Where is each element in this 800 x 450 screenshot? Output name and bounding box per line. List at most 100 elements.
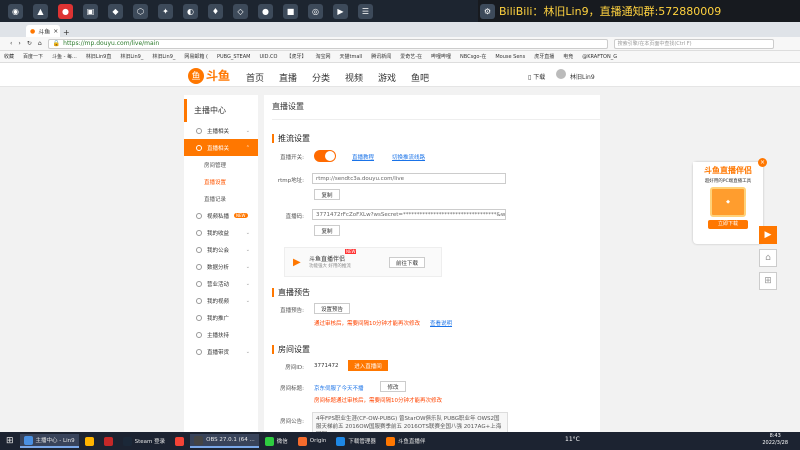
nav-home[interactable]: 首页 [246,71,264,84]
app-icon[interactable]: ☰ [358,3,373,19]
bookmark-item[interactable]: Mouse Sens [495,54,525,60]
notice-textarea[interactable]: 4年FPS职业生涯(CF-OW-PUBG) 曾StarOW俱乐队 PUBG职业年… [312,412,508,432]
taskbar-item[interactable]: Steam 登录 [119,434,170,448]
sidebar-item-promote[interactable]: 我的推广 [184,309,258,326]
sidebar-subitem-room[interactable]: 房间管理 [184,156,258,173]
browser-tab[interactable]: ● 斗鱼 × [26,25,60,37]
home-float-icon[interactable]: ⌂ [759,249,777,267]
bookmark-item[interactable]: 收藏 [4,53,14,60]
app-icon[interactable]: ▲ [33,3,48,19]
stream-code-input[interactable]: 3771472rFcZoFXLw?wsSecret=**************… [312,209,506,220]
sidebar-item-data[interactable]: 数据分析 ⌄ [184,258,258,275]
app-icon[interactable]: ● [258,3,273,19]
copy-code-button[interactable]: 复制 [314,225,340,236]
rtmp-input[interactable]: rtmp://sendtc3a.douyu.com/live [312,173,506,184]
ad-download-button[interactable]: 立即下载 [708,220,748,229]
taskbar-item[interactable]: 微信 [261,434,292,448]
taskbar-item[interactable]: 下载管理器 [332,434,380,448]
taskbar-item[interactable]: Origin [294,434,331,448]
nav-game[interactable]: 游戏 [378,71,396,84]
app-icon[interactable]: ● [58,3,73,19]
app-icon[interactable]: ◐ [183,3,198,19]
app-icon[interactable]: ■ [283,3,298,19]
taskbar-item[interactable]: 主播中心 - Lin9 [19,434,79,448]
app-icon[interactable]: ◉ [8,3,23,19]
play-float-icon[interactable]: ▶ [759,226,777,244]
bookmark-item[interactable]: 腾讯新闻 [371,53,391,60]
sidebar-item-video[interactable]: 视频私播 NEW [184,207,258,224]
sidebar-item-myvideo[interactable]: 我的视频 ⌄ [184,292,258,309]
tutorial-link[interactable]: 直播教程 [352,153,374,161]
start-icon[interactable]: ⊞ [2,434,18,448]
app-icon[interactable]: ✦ [158,3,173,19]
bookmark-item[interactable]: PUBG_STEAM [217,54,251,60]
app-icon[interactable]: ◎ [308,3,323,19]
home-icon[interactable]: ⌂ [38,40,42,47]
copy-rtmp-button[interactable]: 复制 [314,189,340,200]
sidebar-subitem-settings[interactable]: 直播设置 [184,173,258,190]
bookmark-item[interactable]: 林旧Lin9_ [152,53,175,60]
user-name[interactable]: 林旧Lin9 [570,72,595,81]
bookmark-item[interactable]: 虎牙直播 [534,53,554,60]
floating-companion-ad[interactable]: 斗鱼直播伴侣 超好用的PC端直播工具 ◆ 立即下载 × [693,158,767,244]
set-preview-button[interactable]: 设置预告 [314,303,350,314]
bookmark-item[interactable]: 林旧Lin9_ [120,53,143,60]
go-download-button[interactable]: 前往下载 [389,257,425,268]
bookmark-item[interactable]: @KRAFTON_G [582,54,617,60]
reload-icon[interactable]: ↻ [27,40,32,47]
sidebar-item-live[interactable]: 直播相关 ⌃ [184,139,258,156]
sidebar-item-anchor[interactable]: 主播相关 ⌄ [184,122,258,139]
app-icon[interactable]: ♦ [208,3,223,19]
bookmark-item[interactable]: 哔哩哔哩 [431,53,451,60]
switch-line-link[interactable]: 切换推流线路 [392,153,425,161]
sidebar-item-events[interactable]: 营业活动 ⌄ [184,275,258,292]
app-icon[interactable]: ▶ [333,3,348,19]
back-icon[interactable]: ‹ [10,40,12,47]
forward-icon[interactable]: › [18,40,20,47]
nav-yuba[interactable]: 鱼吧 [411,71,429,84]
game-float-icon[interactable]: ⊞ [759,272,777,290]
switch-label: 直播开关: [280,155,304,161]
nav-video[interactable]: 视频 [345,71,363,84]
bookmark-item[interactable]: UID.CO [259,54,277,60]
taskbar-item[interactable]: 斗鱼直播伴 [382,434,430,448]
sidebar-item-income[interactable]: 我的收益 ⌄ [184,224,258,241]
new-tab-icon[interactable]: + [63,28,70,37]
live-switch-toggle[interactable] [314,150,336,162]
close-icon[interactable]: × [53,28,58,35]
sidebar-subitem-records[interactable]: 直播记录 [184,190,258,207]
sidebar-item-support[interactable]: 主播扶持 [184,326,258,343]
modify-title-button[interactable]: 修改 [380,381,406,392]
taskbar-item[interactable] [171,434,188,448]
bookmark-item[interactable]: 斗鱼 - 每... [52,53,77,60]
view-explanation-link[interactable]: 查看说明 [430,319,452,327]
bookmark-item[interactable]: NBCsgo-在 [460,53,486,60]
sidebar-item-commerce[interactable]: 直播带货 ⌄ [184,343,258,360]
app-icon[interactable]: ⬡ [133,3,148,19]
close-icon[interactable]: × [758,158,767,167]
nav-live[interactable]: 直播 [279,71,297,84]
sidebar-item-label: 我的收益 [207,230,230,237]
bookmark-item[interactable]: 天猫tmall [340,53,363,60]
app-icon[interactable]: ◆ [108,3,123,19]
bookmark-item[interactable]: 网易邮箱 ( [184,53,208,60]
taskbar-item[interactable] [81,434,98,448]
taskbar-item[interactable]: OBS 27.0.1 (64 ... [190,434,259,448]
nav-category[interactable]: 分类 [312,71,330,84]
taskbar-item[interactable] [100,434,117,448]
bookmark-item[interactable]: 百度一下 [23,53,43,60]
bookmark-item[interactable]: 淘宝网 [315,53,330,60]
bookmark-item[interactable]: 爱奇艺-在 [400,53,422,60]
app-icon[interactable]: ▣ [83,3,98,19]
app-icon[interactable]: ◇ [233,3,248,19]
bookmark-item[interactable]: 电竞 [563,53,573,60]
douyu-logo[interactable]: 鱼 斗鱼 [188,67,230,84]
avatar[interactable] [556,69,566,79]
sidebar-item-guild[interactable]: 我的公会 ⌄ [184,241,258,258]
download-link[interactable]: ▯ 下载 [528,72,545,81]
search-input[interactable]: 搜索引擎/在本页面中查找(Ctrl F) [613,38,774,49]
bookmark-item[interactable]: 林旧Lin9直 [86,53,112,60]
enter-room-button[interactable]: 进入直播间 [348,360,388,371]
url-input[interactable]: 🔒 https://mp.douyu.com/live/main [47,38,608,49]
bookmark-item[interactable]: 【虎牙】 [286,53,306,60]
